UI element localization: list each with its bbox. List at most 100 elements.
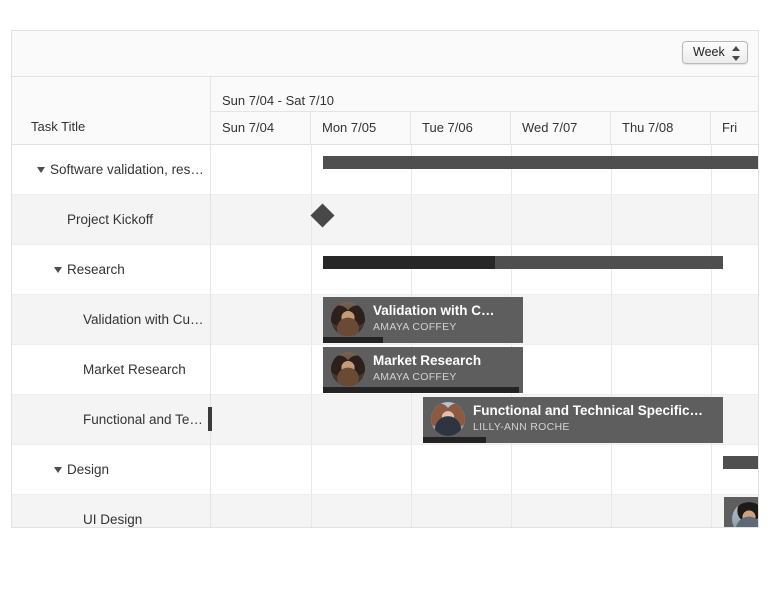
day-band: Sun 7/04 Mon 7/05 Tue 7/06 Wed 7/07 Thu 7/08… [211, 112, 758, 144]
summary-bar[interactable] [723, 456, 758, 469]
timeline-row[interactable] [211, 445, 758, 495]
week-range-label: Sun 7/04 - Sat 7/10 [211, 77, 758, 112]
grid-line [411, 495, 412, 527]
timeline-row[interactable] [211, 245, 758, 295]
task-bar[interactable] [724, 497, 758, 527]
timeline-grid[interactable]: Validation with C… AMAYA COFFEY Market Res… [211, 145, 758, 527]
milestone-marker[interactable] [310, 203, 335, 228]
task-bar[interactable]: Validation with C… AMAYA COFFEY [323, 297, 523, 343]
grid-line [711, 445, 712, 494]
task-list: Software validation, res… Project Kickoff… [12, 145, 211, 527]
grid-line [611, 345, 612, 394]
summary-bar[interactable] [323, 156, 758, 169]
stepper-arrows-icon[interactable] [732, 45, 741, 62]
grid-line [311, 245, 312, 294]
grid-line [311, 145, 312, 194]
grid-line [711, 495, 712, 527]
task-label: Functional and Te… [83, 412, 203, 427]
grid-line [611, 445, 612, 494]
chevron-down-icon[interactable] [54, 466, 62, 473]
grid-line [711, 245, 712, 294]
task-bar-assignee: AMAYA COFFEY [373, 321, 457, 333]
grid-line [311, 345, 312, 394]
day-column-header: Mon 7/05 [311, 112, 411, 144]
day-column-header: Sun 7/04 [211, 112, 311, 144]
grid-line [311, 195, 312, 244]
gantt-header: Task Title Sun 7/04 - Sat 7/10 Sun 7/04 M… [12, 77, 758, 145]
task-label: Project Kickoff [67, 212, 154, 227]
task-label: Software validation, res… [50, 162, 204, 177]
grid-line [411, 145, 412, 194]
task-title-header-label: Task Title [31, 119, 86, 134]
week-band: Sun 7/04 - Sat 7/10 [211, 77, 758, 112]
avatar [732, 502, 758, 527]
task-label: Validation with Cu… [83, 312, 204, 327]
task-row[interactable]: Validation with Cu… [12, 295, 210, 345]
grid-line [311, 445, 312, 494]
grid-line [611, 145, 612, 194]
timeline-row[interactable] [211, 195, 758, 245]
timeline-row[interactable]: Market Research AMAYA COFFEY [211, 345, 758, 395]
grid-line [411, 195, 412, 244]
day-column-header: Wed 7/07 [511, 112, 611, 144]
zoom-level-value: Week [693, 45, 725, 59]
task-row[interactable]: Software validation, res… [12, 145, 210, 195]
task-bar-title: Functional and Technical Specific… [473, 403, 704, 418]
zoom-level-select[interactable]: Week [682, 41, 748, 64]
task-progress [323, 337, 383, 343]
summary-bar[interactable] [323, 256, 723, 269]
day-column-header: Tue 7/06 [411, 112, 511, 144]
grid-line [611, 195, 612, 244]
task-progress [423, 437, 486, 443]
timeline-row[interactable] [211, 145, 758, 195]
task-label: Research [67, 262, 125, 277]
grid-line [411, 445, 412, 494]
task-bar[interactable]: Functional and Technical Specific… LILLY-… [423, 397, 723, 443]
task-label: UI Design [83, 512, 143, 527]
row-drag-handle[interactable] [208, 407, 212, 431]
chevron-down-icon[interactable] [37, 166, 45, 173]
grid-line [511, 195, 512, 244]
task-row[interactable]: Design [12, 445, 210, 495]
grid-line [511, 445, 512, 494]
grid-line [411, 245, 412, 294]
grid-line [311, 295, 312, 344]
task-column-header: Task Title [12, 77, 211, 145]
grid-line [511, 145, 512, 194]
task-row[interactable]: Project Kickoff [12, 195, 210, 245]
task-bar-assignee: LILLY-ANN ROCHE [473, 421, 570, 433]
day-column-header: Fri [711, 112, 758, 144]
avatar [331, 352, 365, 386]
task-bar-title: Validation with C… [373, 303, 495, 318]
timeline-header: Sun 7/04 - Sat 7/10 Sun 7/04 Mon 7/05 Tue … [211, 77, 758, 145]
avatar [431, 402, 465, 436]
task-bar[interactable]: Market Research AMAYA COFFEY [323, 347, 523, 393]
task-row[interactable]: UI Design [12, 495, 210, 527]
timeline-row[interactable]: Validation with C… AMAYA COFFEY [211, 295, 758, 345]
gantt-toolbar: Week [12, 31, 758, 77]
task-row[interactable]: Market Research [12, 345, 210, 395]
grid-line [511, 495, 512, 527]
grid-line [611, 295, 612, 344]
grid-line [511, 245, 512, 294]
grid-line [711, 145, 712, 194]
task-row[interactable]: Functional and Te… [12, 395, 210, 445]
grid-line [611, 495, 612, 527]
task-progress [323, 387, 519, 393]
grid-line [711, 195, 712, 244]
chevron-down-icon[interactable] [54, 266, 62, 273]
grid-line [611, 245, 612, 294]
avatar [331, 302, 365, 336]
summary-progress [323, 256, 495, 269]
task-label: Market Research [83, 362, 186, 377]
task-bar-assignee: AMAYA COFFEY [373, 371, 457, 383]
grid-line [311, 495, 312, 527]
timeline-row[interactable]: Functional and Technical Specific… LILLY-… [211, 395, 758, 445]
timeline-row[interactable] [211, 495, 758, 527]
day-column-header: Thu 7/08 [611, 112, 711, 144]
grid-line [711, 345, 712, 394]
gantt-chart-container: Week Task Title Sun 7/04 - Sat 7/10 Sun … [11, 30, 759, 528]
task-row[interactable]: Research [12, 245, 210, 295]
task-label: Design [67, 462, 110, 477]
grid-line [311, 395, 312, 444]
